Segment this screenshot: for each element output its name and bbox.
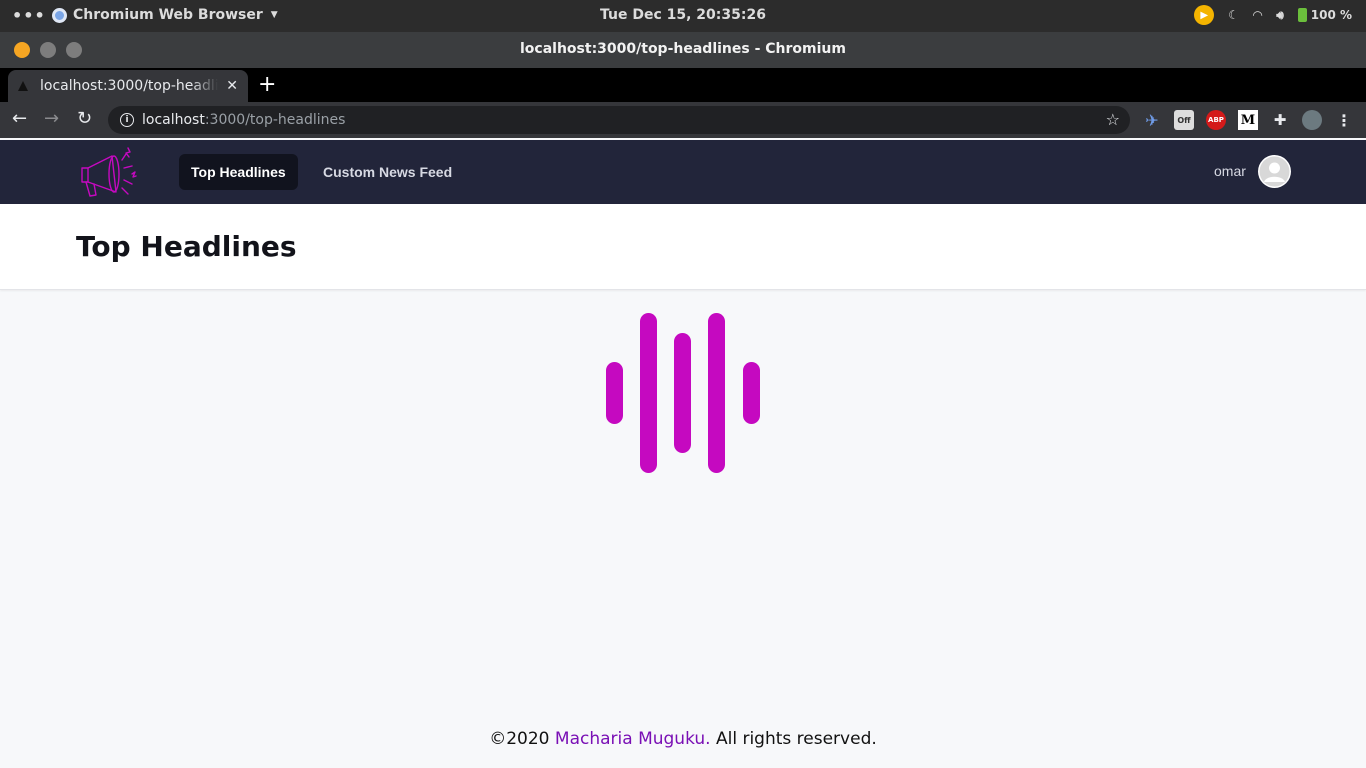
footer: ©2020 Macharia Muguku. All rights reserv… [0, 729, 1366, 749]
kebab-menu-icon[interactable]: ⋮ [1334, 110, 1354, 130]
adblock-extension-icon[interactable]: ABP [1206, 110, 1226, 130]
system-tray[interactable]: ▶ ☾ ◠ 🔊︎ 100 % [1194, 5, 1352, 25]
loader-bar [674, 333, 691, 453]
media-player-icon[interactable]: ▶ [1194, 5, 1215, 25]
info-icon[interactable]: i [120, 113, 134, 127]
page-header: Top Headlines [0, 204, 1366, 290]
loading-spinner [0, 290, 1366, 490]
chevron-down-icon: ▼ [270, 10, 278, 20]
os-top-bar: ••• Chromium Web Browser ▼ Tue Dec 15, 2… [0, 0, 1366, 32]
clock[interactable]: Tue Dec 15, 20:35:26 [600, 7, 766, 23]
close-icon[interactable]: ✕ [226, 78, 238, 94]
url-host: localhost [142, 112, 205, 128]
profile-avatar-icon[interactable] [1302, 110, 1322, 130]
browser-tab[interactable]: localhost:3000/top-headlines ✕ [8, 70, 248, 102]
window-title: localhost:3000/top-headlines - Chromium [520, 41, 846, 57]
browser-toolbar: ← → ↻ i localhost:3000/top-headlines ☆ ✈… [0, 102, 1366, 138]
loader-bar [708, 313, 725, 473]
user-name[interactable]: omar [1214, 163, 1246, 179]
off-extension-icon[interactable]: Off [1174, 110, 1194, 130]
medium-extension-icon[interactable]: M [1238, 110, 1258, 130]
tab-title: localhost:3000/top-headlines [40, 78, 219, 94]
chromium-icon [52, 7, 67, 23]
reload-button[interactable]: ↻ [77, 108, 92, 129]
page-title: Top Headlines [76, 230, 297, 263]
app-menu[interactable]: Chromium Web Browser ▼ [52, 7, 278, 23]
author-link[interactable]: Macharia Muguku. [555, 729, 711, 749]
favicon-icon [18, 81, 28, 91]
wifi-icon: ◠ [1252, 8, 1263, 22]
extensions-area: ✈ Off ABP M ✚ ⋮ [1142, 110, 1354, 130]
app-name: Chromium Web Browser [73, 7, 263, 23]
bookmark-star-icon[interactable]: ☆ [1106, 110, 1120, 129]
copyright-suffix: All rights reserved. [710, 729, 877, 749]
battery-indicator: 100 % [1297, 8, 1352, 22]
forward-button[interactable]: → [44, 108, 59, 129]
loader-bar [640, 313, 657, 473]
app-navbar: Top Headlines Custom News Feed omar [0, 140, 1366, 204]
night-light-icon: ☾ [1228, 8, 1239, 22]
loader-bar [606, 362, 623, 424]
activities-menu[interactable]: ••• [12, 6, 46, 25]
user-avatar-icon[interactable] [1258, 155, 1291, 188]
airplane-extension-icon[interactable]: ✈ [1142, 110, 1162, 130]
nav-top-headlines[interactable]: Top Headlines [179, 154, 298, 190]
url-path: :3000/top-headlines [204, 112, 346, 128]
new-tab-button[interactable]: + [258, 72, 276, 97]
extensions-puzzle-icon[interactable]: ✚ [1270, 110, 1290, 130]
battery-icon [1297, 8, 1307, 22]
megaphone-logo-icon[interactable] [76, 144, 138, 200]
battery-percent: 100 % [1310, 8, 1352, 22]
window-titlebar: localhost:3000/top-headlines - Chromium [0, 32, 1366, 68]
loader-bar [743, 362, 760, 424]
volume-icon: 🔊︎ [1276, 7, 1284, 22]
copyright-prefix: ©2020 [489, 729, 555, 749]
back-button[interactable]: ← [12, 108, 27, 129]
nav-custom-news-feed[interactable]: Custom News Feed [311, 154, 464, 190]
tab-strip: localhost:3000/top-headlines ✕ + [0, 68, 1366, 102]
address-bar[interactable]: i localhost:3000/top-headlines ☆ [108, 106, 1130, 134]
